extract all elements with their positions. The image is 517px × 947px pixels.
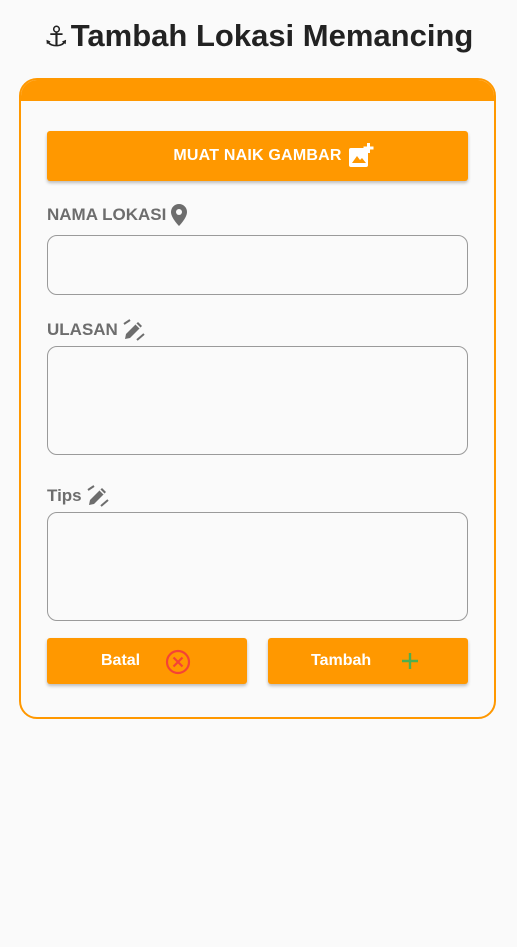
- page-title-text: Tambah Lokasi Memancing: [70, 18, 474, 53]
- location-pin-icon: [171, 204, 188, 226]
- location-name-input[interactable]: [47, 235, 468, 295]
- upload-image-button[interactable]: MUAT NAIK GAMBAR: [47, 131, 468, 181]
- add-photo-icon: [349, 143, 374, 167]
- anchor-icon: ⚓: [43, 20, 69, 52]
- review-label: ULASAN: [47, 318, 146, 342]
- upload-image-label: MUAT NAIK GAMBAR: [173, 147, 342, 164]
- edit-pencil-icon: [87, 485, 109, 507]
- cancel-button[interactable]: Batal: [47, 638, 247, 684]
- cancel-circle-icon: [165, 649, 191, 675]
- tips-label: Tips: [47, 484, 110, 508]
- location-name-label: NAMA LOKASI: [47, 203, 188, 227]
- review-textarea[interactable]: [47, 346, 468, 455]
- add-button[interactable]: Tambah: [268, 638, 468, 684]
- add-button-label: Tambah: [311, 652, 372, 669]
- edit-pencil-icon: [123, 319, 145, 341]
- add-location-card: MUAT NAIK GAMBAR NAMA LOKASI ULASAN Tips: [19, 78, 496, 719]
- card-header-bar: [21, 80, 494, 101]
- tips-label-text: Tips: [47, 486, 82, 505]
- review-label-text: ULASAN: [47, 320, 118, 339]
- plus-icon: [402, 653, 418, 669]
- page-title: ⚓ Tambah Lokasi Memancing: [0, 18, 517, 54]
- location-name-label-text: NAMA LOKASI: [47, 205, 167, 224]
- tips-textarea[interactable]: [47, 512, 468, 621]
- cancel-button-label: Batal: [101, 652, 141, 669]
